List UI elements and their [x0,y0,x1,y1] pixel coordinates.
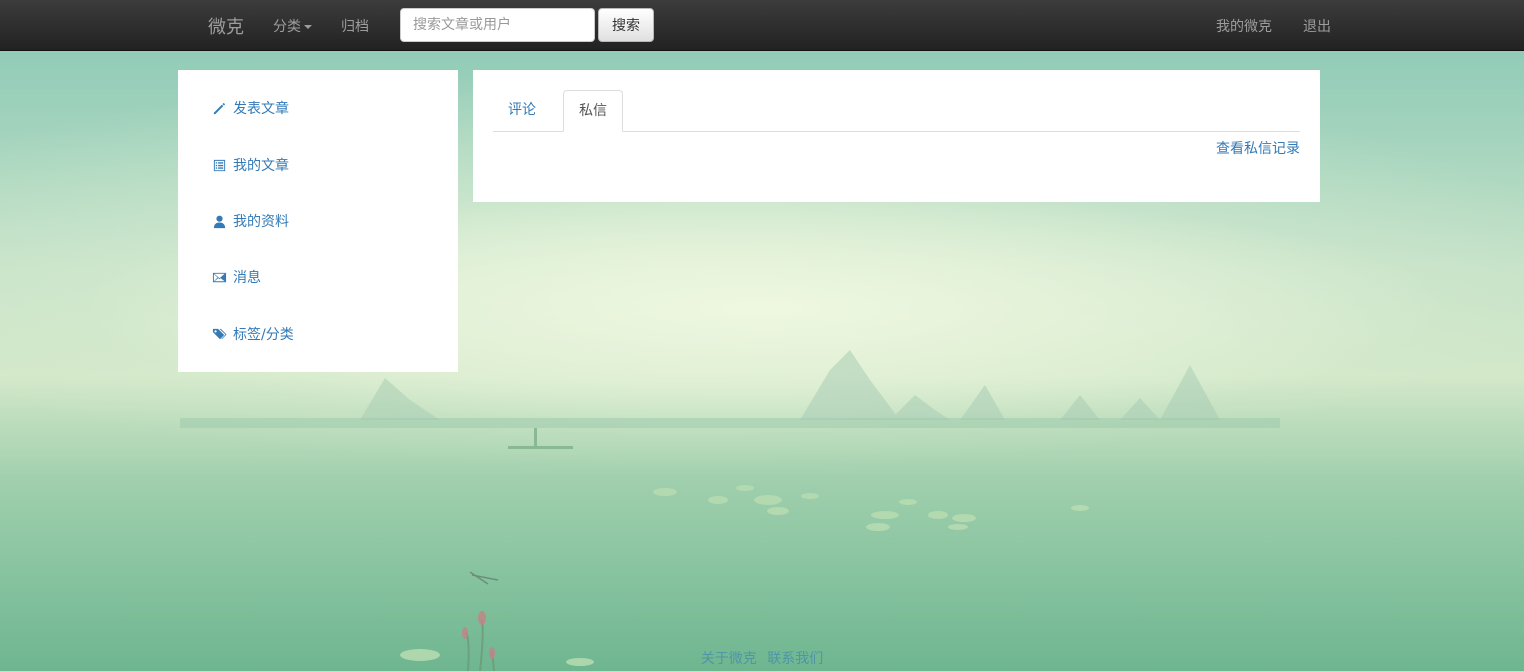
sidebar-item-label: 标签/分类 [233,327,294,343]
logout-link[interactable]: 退出 [1303,16,1331,36]
footer: 关于微克 联系我们 [0,648,1524,668]
view-private-message-history-link[interactable]: 查看私信记录 [1216,138,1300,158]
sidebar-item-label: 我的资料 [233,214,289,230]
tab-bar: 评论 私信 [493,90,1300,132]
sidebar-item-label: 发表文章 [233,101,289,117]
pencil-icon [213,102,226,114]
tab-comments[interactable]: 评论 [493,90,551,132]
tab-private-messages[interactable]: 私信 [563,90,623,132]
sidebar-item-messages[interactable]: 消息 [212,266,261,288]
main-panel: 评论 私信 查看私信记录 [473,70,1320,202]
archive-link[interactable]: 归档 [341,16,369,36]
sidebar-item-label: 消息 [233,270,261,286]
sidebar-item-label: 我的文章 [233,158,289,174]
category-label: 分类 [273,19,301,35]
my-weike-link[interactable]: 我的微克 [1216,16,1272,36]
search-input[interactable] [400,8,595,42]
footer-link-about[interactable]: 关于微克 [701,651,757,667]
sidebar: 发表文章 我的文章 我的资料 消息 标签/分类 [178,70,458,372]
sidebar-item-publish-article[interactable]: 发表文章 [212,97,289,119]
sidebar-item-my-profile[interactable]: 我的资料 [212,210,289,232]
list-icon [213,159,226,171]
sidebar-item-tags-categories[interactable]: 标签/分类 [212,323,294,345]
caret-down-icon [304,25,312,29]
search-button[interactable]: 搜索 [598,8,654,42]
footer-link-contact[interactable]: 联系我们 [767,651,823,667]
sidebar-item-my-articles[interactable]: 我的文章 [212,154,289,176]
top-navbar: 微克 分类 归档 搜索 我的微克 退出 [0,0,1524,51]
category-dropdown[interactable]: 分类 [273,16,312,36]
user-icon [213,215,226,228]
tags-icon [212,328,227,339]
envelope-icon [212,272,227,282]
brand-logo-link[interactable]: 微克 [208,13,244,39]
